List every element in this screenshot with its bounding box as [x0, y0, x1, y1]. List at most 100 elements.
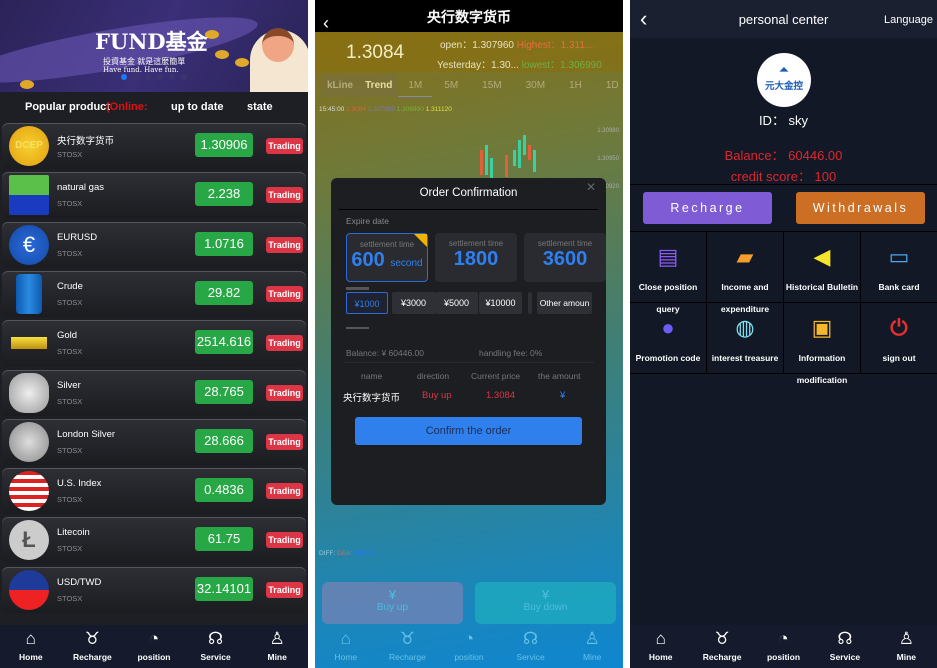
product-price: 28.666	[195, 428, 253, 453]
status-badge: Trading	[266, 384, 303, 401]
product-row[interactable]: USD/TWD STOSX 32.14101 Trading	[2, 566, 306, 613]
avatar[interactable]: ⏶ 元大金控	[757, 53, 811, 107]
status-badge: Trading	[266, 483, 303, 500]
chart-icon: ◔	[148, 629, 160, 648]
current-price: 1.3084	[346, 42, 405, 63]
settlement-time-option[interactable]: settlement time 3600	[524, 233, 606, 282]
nav-label: Home	[334, 652, 358, 662]
product-row[interactable]: Crude STOSX 29.82 Trading	[2, 270, 306, 317]
product-name: Crude	[57, 280, 83, 292]
amount-option[interactable]: ¥10000	[479, 292, 522, 314]
product-row[interactable]: € EURUSD STOSX 1.0716 Trading	[2, 221, 306, 268]
product-exchange: STOSX	[57, 150, 83, 159]
product-name: U.S. Index	[57, 478, 102, 490]
tab-30m[interactable]: 30M	[514, 75, 557, 97]
carousel-dots[interactable]	[121, 74, 187, 80]
nav-mine[interactable]: ♙ Mine	[876, 625, 937, 668]
tab-1m[interactable]: 1M	[398, 75, 433, 97]
nav-mine[interactable]: ♙ Mine	[561, 625, 623, 668]
banner[interactable]: FUND基金 投資基金 就是這麼簡單 Have fund. Have fun.	[0, 0, 308, 92]
nav-label: Mine	[582, 652, 602, 662]
product-row[interactable]: Ł Litecoin STOSX 61.75 Trading	[2, 517, 306, 564]
logo-icon: ⏶	[778, 62, 790, 77]
settlement-time-option[interactable]: settlement time 600 second	[346, 233, 428, 282]
kline-chart[interactable]	[315, 130, 623, 180]
menu-information[interactable]: ▣ Information modification	[784, 303, 861, 385]
status-badge: Trading	[266, 532, 303, 549]
nav-service[interactable]: ☊ Service	[500, 625, 562, 668]
nav-home[interactable]: ⌂ Home	[315, 625, 377, 668]
product-name: natural gas	[57, 182, 105, 194]
nav-home[interactable]: ⌂ Home	[630, 625, 691, 668]
nav-label: Mine	[267, 652, 287, 662]
buy-up-button[interactable]: ¥ Buy up	[322, 582, 463, 624]
settlement-time-option[interactable]: settlement time 1800	[435, 233, 517, 282]
language-button[interactable]: Language	[884, 14, 933, 26]
product-name: EURUSD	[57, 231, 98, 243]
tab-trend[interactable]: Trend	[359, 75, 399, 97]
nav-label: Recharge	[73, 652, 112, 662]
confirm-order-button[interactable]: Confirm the order	[355, 417, 582, 445]
nav-recharge[interactable]: ♉ Recharge	[691, 625, 752, 668]
withdrawals-button[interactable]: Withdrawals	[796, 192, 925, 224]
menu-promotion-code[interactable]: ● Promotion code	[630, 303, 707, 374]
nav-mine[interactable]: ♙ Mine	[246, 625, 308, 668]
product-row[interactable]: London Silver STOSX 28.666 Trading	[2, 418, 306, 465]
product-row[interactable]: Silver STOSX 28.765 Trading	[2, 369, 306, 416]
nav-label: Home	[648, 652, 673, 662]
status-badge: Trading	[266, 433, 303, 450]
bottom-nav: ⌂ Home ♉ Recharge ◔ position ☊ Service ♙ Mine	[315, 625, 623, 668]
headset-icon: ☊	[523, 629, 539, 648]
candle	[490, 158, 493, 178]
close-icon[interactable]: ✕	[586, 180, 596, 194]
nav-label: Home	[18, 652, 43, 662]
tab-kline[interactable]: kLine	[321, 75, 360, 97]
amount-option[interactable]: ¥5000	[435, 292, 478, 314]
tab-5m[interactable]: 5M	[432, 75, 470, 97]
menu-bank-card[interactable]: ▭ Bank card	[861, 232, 937, 303]
wallet-icon: ▰	[736, 244, 754, 269]
recharge-button[interactable]: Recharge	[643, 192, 772, 224]
product-price: 29.82	[195, 280, 253, 305]
candle	[523, 135, 526, 155]
product-row[interactable]: natural gas STOSX 2.238 Trading	[2, 172, 306, 219]
product-row[interactable]: Gold STOSX 2514.616 Trading	[2, 320, 306, 367]
dialog-title: Order Confirmation	[419, 187, 518, 199]
nav-position[interactable]: ◔ position	[123, 625, 185, 668]
user-id: ID： sky	[758, 113, 809, 128]
tab-1d[interactable]: 1D	[594, 75, 623, 97]
menu-label-2: modification	[796, 375, 848, 385]
tab-1h[interactable]: 1H	[557, 75, 594, 97]
nav-service[interactable]: ☊ Service	[185, 625, 247, 668]
menu-label: Bank card	[878, 282, 920, 292]
amount-option[interactable]: ¥3000	[392, 292, 435, 314]
candle	[533, 150, 536, 172]
euro-icon: €	[9, 224, 49, 265]
other-amount-button[interactable]: Other amoun	[537, 292, 592, 314]
product-name: Silver	[57, 379, 81, 391]
nav-service[interactable]: ☊ Service	[814, 625, 875, 668]
product-name: Gold	[57, 330, 78, 342]
menu-income-and[interactable]: ▰ Income and expenditure	[707, 232, 784, 314]
nav-label: Service	[200, 652, 231, 662]
tab-15m[interactable]: 15M	[470, 75, 513, 97]
menu-interest-treasure[interactable]: ◍ interest treasure	[707, 303, 784, 374]
chart-tabs: kLine Trend 1M 5M 15M 30M 1H 1D	[321, 75, 623, 97]
menu-close-position[interactable]: ▤ Close position query	[630, 232, 707, 314]
nav-position[interactable]: ◔ position	[438, 625, 500, 668]
product-row[interactable]: U.S. Index STOSX 0.4836 Trading	[2, 468, 306, 515]
avatar-logo-text: 元大金控	[764, 81, 803, 92]
menu-grid: ▤ Close position query ▰ Income and expenditu…	[630, 232, 937, 385]
nav-recharge[interactable]: ♉ Recharge	[62, 625, 124, 668]
buy-down-button[interactable]: ¥ Buy down	[475, 582, 616, 624]
nav-home[interactable]: ⌂ Home	[0, 625, 62, 668]
product-row[interactable]: DCEP 央行数字货币 STOSX 1.30906 Trading	[2, 123, 306, 169]
nav-recharge[interactable]: ♉ Recharge	[377, 625, 439, 668]
amount-option[interactable]: ¥1000	[346, 292, 388, 314]
banner-slogan: Have fund. Have fun.	[103, 66, 179, 74]
menu-sign-out[interactable]: ⏻ sign out	[861, 303, 937, 374]
menu-historical-bulletin[interactable]: ◀ Historical Bulletin	[784, 232, 861, 303]
yesterday-low: Yesterday：1.30... lowest：1.306990	[437, 60, 602, 71]
search-document-icon: ▤	[657, 244, 679, 269]
nav-position[interactable]: ◔ position	[753, 625, 814, 668]
